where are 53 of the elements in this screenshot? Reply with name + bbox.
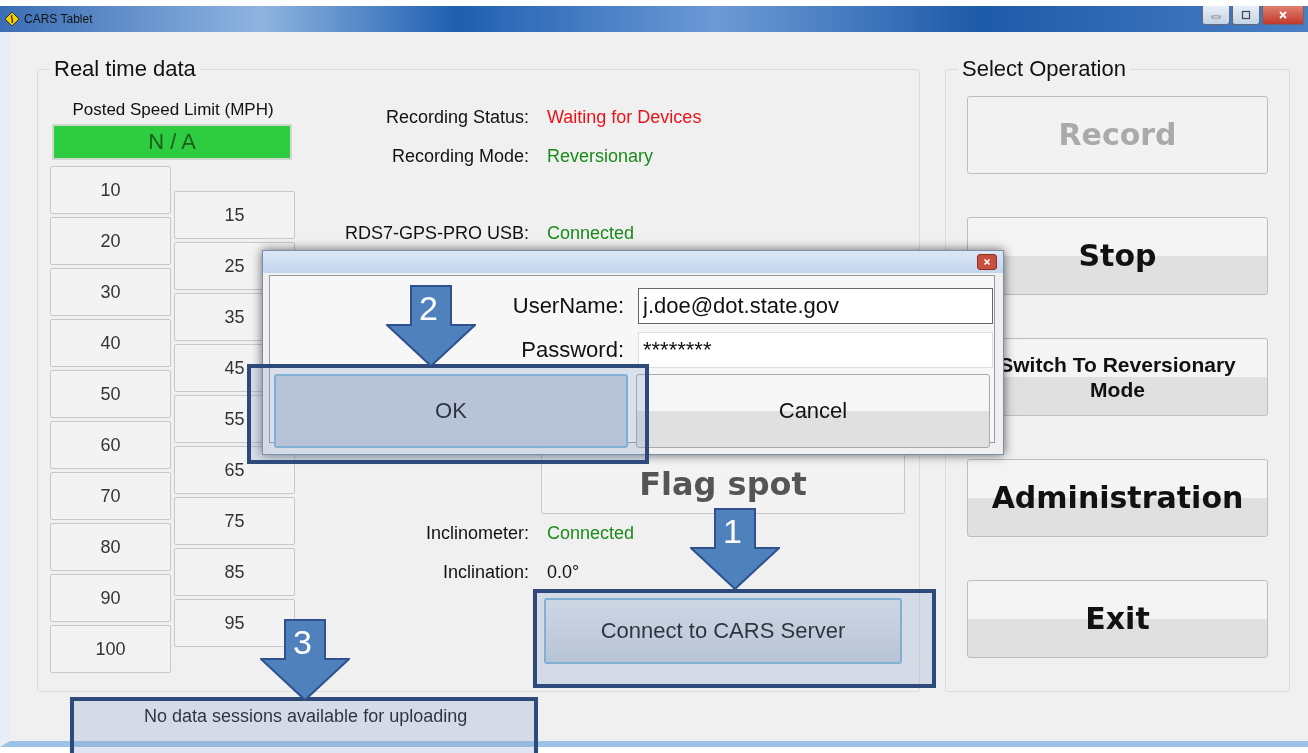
connect-button[interactable]: Connect to CARS Server bbox=[544, 598, 902, 664]
speed-button[interactable]: 20 bbox=[50, 217, 171, 265]
status-label: Recording Mode: bbox=[390, 146, 529, 167]
road-sign-icon bbox=[4, 11, 20, 27]
status-value: 0.0° bbox=[547, 562, 580, 583]
status-value: Reversionary bbox=[547, 146, 654, 167]
status-value: Connected bbox=[547, 223, 635, 244]
speed-limit-display: N / A bbox=[52, 124, 292, 160]
speed-button[interactable]: 80 bbox=[50, 523, 171, 571]
callout-number: 3 bbox=[293, 623, 312, 662]
close-button[interactable] bbox=[977, 254, 997, 270]
speed-button[interactable]: 15 bbox=[174, 191, 295, 239]
operation-button[interactable]: Stop bbox=[967, 217, 1268, 295]
status-label: Inclinometer: bbox=[424, 523, 529, 544]
close-button[interactable] bbox=[1262, 6, 1304, 25]
close-icon bbox=[983, 258, 991, 266]
operation-button[interactable]: Exit bbox=[967, 580, 1268, 658]
group-title: Real time data bbox=[53, 56, 197, 82]
maximize-icon bbox=[1241, 10, 1251, 20]
group-title: Select Operation bbox=[961, 56, 1127, 82]
speed-button[interactable]: 95 bbox=[174, 599, 295, 647]
maximize-button[interactable] bbox=[1232, 6, 1260, 25]
flag-spot-button[interactable]: Flag spot bbox=[541, 454, 905, 514]
speed-limit-label: Posted Speed Limit (MPH) bbox=[71, 100, 275, 120]
input-field[interactable]: ******** bbox=[638, 332, 993, 368]
speed-button[interactable]: 10 bbox=[50, 166, 171, 214]
status-value: Connected bbox=[547, 523, 635, 544]
status-value: Waiting for Devices bbox=[547, 107, 702, 128]
speed-button[interactable]: 40 bbox=[50, 319, 171, 367]
callout-number: 1 bbox=[723, 512, 742, 551]
speed-button[interactable]: 90 bbox=[50, 574, 171, 622]
status-label: Recording Status: bbox=[384, 107, 529, 128]
speed-button[interactable]: 75 bbox=[174, 497, 295, 545]
speed-button[interactable]: 30 bbox=[50, 268, 171, 316]
speed-button[interactable]: 50 bbox=[50, 370, 171, 418]
speed-button[interactable]: 70 bbox=[50, 472, 171, 520]
close-icon bbox=[1278, 10, 1288, 20]
status-label: Inclination: bbox=[441, 562, 529, 583]
speed-button[interactable]: 85 bbox=[174, 548, 295, 596]
status-message: No data sessions available for uploading bbox=[144, 706, 468, 727]
input-field[interactable]: j.doe@dot.state.gov bbox=[638, 288, 993, 324]
dialog-button[interactable]: Cancel bbox=[636, 374, 990, 448]
status-label: RDS7-GPS-PRO USB: bbox=[343, 223, 529, 244]
field-label: Password: bbox=[521, 337, 624, 363]
dialog-button[interactable]: OK bbox=[274, 374, 628, 448]
speed-button[interactable]: 60 bbox=[50, 421, 171, 469]
window-title: CARS Tablet bbox=[24, 12, 93, 26]
minimize-button[interactable] bbox=[1202, 6, 1230, 25]
speed-button[interactable]: 65 bbox=[174, 446, 295, 494]
callout-number: 2 bbox=[419, 289, 438, 328]
speed-button[interactable]: 100 bbox=[50, 625, 171, 673]
operation-button[interactable]: Administration bbox=[967, 459, 1268, 537]
field-label: UserName: bbox=[512, 293, 624, 319]
